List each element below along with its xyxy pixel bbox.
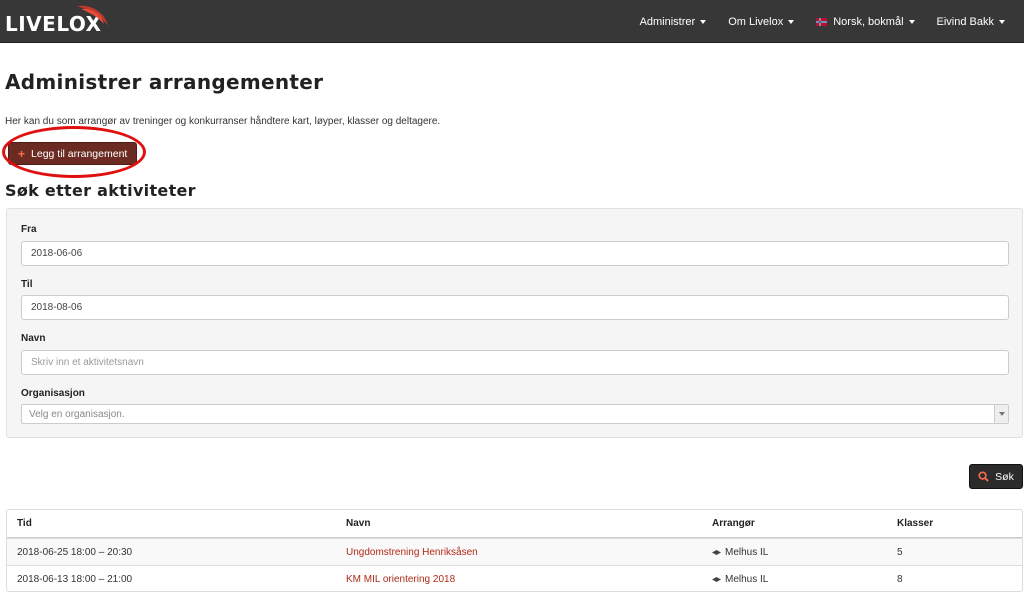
row-organizer-name: Melhus IL — [725, 546, 769, 558]
nav-user-label: Eivind Bakk — [936, 15, 994, 28]
livelox-logo[interactable]: LIVELOX — [5, 4, 108, 40]
event-link[interactable]: KM MIL orientering 2018 — [346, 566, 455, 591]
nav-menu: Administrer Om Livelox Norsk, bokmål Eiv… — [629, 0, 1016, 43]
table-row: 2018-06-25 18:00 – 20:30 Ungdomstrening … — [7, 538, 1022, 565]
nav-administrer-label: Administrer — [639, 15, 696, 28]
magnifier-icon — [978, 471, 989, 482]
nav-om-livelox-label: Om Livelox — [728, 15, 784, 28]
logo-swoosh-icon — [77, 5, 108, 26]
event-link[interactable]: Ungdomstrening Henriksåsen — [346, 539, 478, 565]
search-button[interactable]: Søk — [969, 464, 1023, 489]
search-section-title: Søk etter aktiviteter — [5, 181, 196, 200]
nav-language[interactable]: Norsk, bokmål — [805, 0, 925, 43]
column-header-organizer[interactable]: Arrangør — [712, 510, 755, 537]
club-logo-icon — [712, 549, 721, 555]
page-title: Administrer arrangementer — [5, 70, 324, 94]
row-time: 2018-06-25 18:00 – 20:30 — [17, 546, 133, 558]
chevron-down-icon — [700, 20, 707, 24]
club-logo-icon — [712, 576, 721, 582]
organization-select[interactable]: Velg en organisasjon. — [21, 404, 1009, 424]
from-date-input[interactable] — [21, 241, 1009, 266]
row-organizer-name: Melhus IL — [725, 573, 769, 585]
row-classes: 5 — [897, 546, 903, 558]
search-button-label: Søk — [995, 470, 1014, 483]
chevron-down-icon — [908, 20, 915, 24]
row-organizer: Melhus IL — [712, 566, 769, 591]
norway-flag-icon — [816, 17, 828, 26]
table-row: 2018-06-13 18:00 – 21:00 KM MIL orienter… — [7, 565, 1022, 591]
nav-om-livelox[interactable]: Om Livelox — [717, 0, 805, 43]
results-table: Tid Navn Arrangør Klasser 2018-06-25 18:… — [6, 509, 1023, 592]
column-header-classes[interactable]: Klasser — [897, 510, 933, 537]
organization-label: Organisasjon — [21, 388, 85, 399]
nav-administrer[interactable]: Administrer — [629, 0, 718, 43]
nav-language-label: Norsk, bokmål — [833, 15, 904, 28]
row-organizer: Melhus IL — [712, 539, 768, 565]
to-label: Til — [21, 279, 33, 290]
from-label: Fra — [21, 224, 37, 235]
name-label: Navn — [21, 333, 46, 344]
to-date-input[interactable] — [21, 295, 1009, 320]
chevron-down-icon — [788, 20, 795, 24]
table-header-row: Tid Navn Arrangør Klasser — [7, 510, 1022, 538]
chevron-down-icon[interactable] — [994, 405, 1008, 423]
plus-icon: + — [18, 146, 26, 161]
column-header-name[interactable]: Navn — [346, 510, 370, 537]
name-input[interactable] — [21, 350, 1009, 375]
organization-select-placeholder: Velg en organisasjon. — [29, 408, 125, 420]
row-classes: 8 — [897, 573, 903, 585]
row-time: 2018-06-13 18:00 – 21:00 — [17, 573, 133, 585]
column-header-time[interactable]: Tid — [17, 510, 32, 537]
chevron-down-icon — [999, 20, 1005, 24]
nav-user[interactable]: Eivind Bakk — [926, 0, 1016, 43]
top-navbar: LIVELOX Administrer Om Livelox Norsk, bo… — [0, 0, 1024, 43]
add-event-button-label: Legg til arrangement — [31, 147, 128, 160]
page-intro: Her kan du som arrangør av treninger og … — [5, 116, 441, 127]
search-panel: Fra Til Navn Organisasjon Velg en organi… — [6, 208, 1023, 438]
add-event-button[interactable]: + Legg til arrangement — [8, 142, 138, 165]
